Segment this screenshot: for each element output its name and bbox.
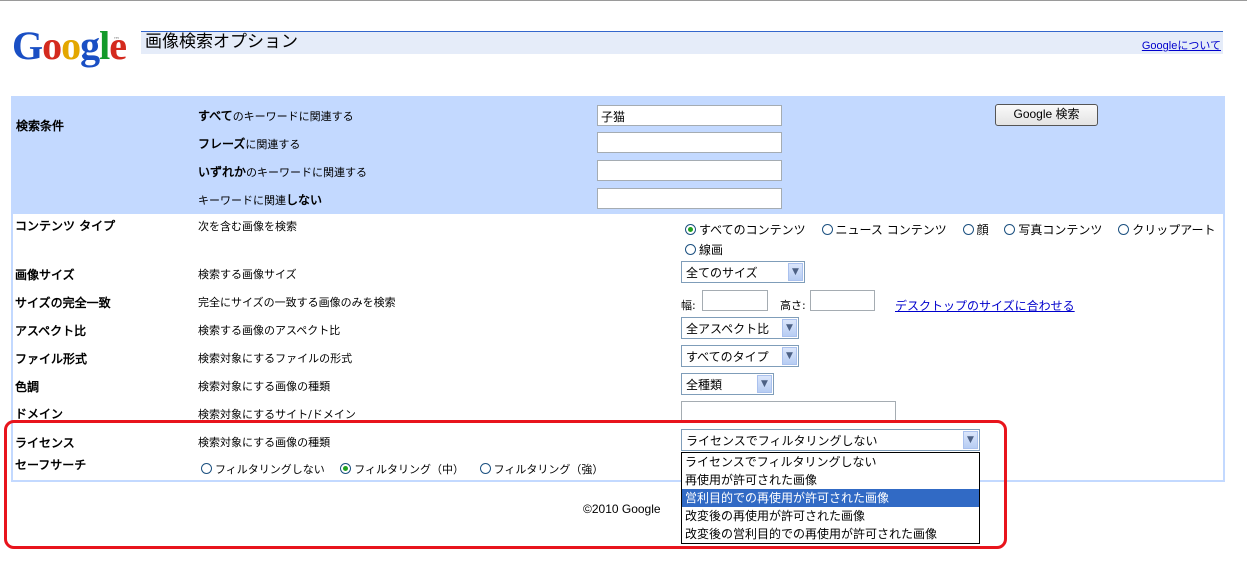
search-conditions-label: 検索条件 — [16, 119, 65, 133]
google-logo[interactable]: Google — [12, 22, 127, 70]
image-size-desc: 検索する画像サイズ — [198, 268, 297, 281]
file-type-desc: 検索対象にするファイルの形式 — [198, 352, 353, 365]
google-search-button[interactable]: Google 検索 — [995, 104, 1098, 126]
content-lineart-row: 線画 — [685, 241, 735, 258]
content-news-option[interactable]: ニュース コンテンツ — [821, 223, 947, 237]
title-bar — [141, 31, 1223, 54]
content-type-desc: 次を含む画像を検索 — [198, 220, 297, 233]
phrase-input[interactable] — [597, 132, 782, 153]
height-input[interactable] — [810, 290, 875, 311]
content-all-option[interactable]: すべてのコンテンツ — [685, 223, 806, 237]
height-label: 高さ: — [780, 299, 806, 312]
radio-icon[interactable] — [685, 224, 696, 235]
desktop-size-link[interactable]: デスクトップのサイズに合わせる — [895, 297, 1075, 314]
chevron-down-icon[interactable]: ▼ — [788, 263, 803, 281]
annotation-highlight-box — [4, 420, 1007, 549]
content-lineart-option[interactable]: 線画 — [685, 243, 723, 257]
all-words-input[interactable]: 子猫 — [597, 105, 782, 126]
coloration-label: 色調 — [15, 380, 40, 394]
radio-icon[interactable] — [1118, 224, 1130, 235]
chevron-down-icon[interactable]: ▼ — [782, 319, 797, 337]
top-border — [0, 0, 1247, 1]
any-words-input[interactable] — [597, 160, 782, 181]
content-clipart-option[interactable]: クリップアート — [1118, 223, 1216, 237]
exact-size-desc: 完全にサイズの一致する画像のみを検索 — [198, 296, 396, 309]
content-photo-option[interactable]: 写真コンテンツ — [1004, 223, 1102, 237]
image-size-label: 画像サイズ — [15, 268, 75, 282]
exact-size-label: サイズの完全一致 — [15, 296, 111, 310]
all-words-label: すべてのキーワードに関連する — [198, 109, 354, 123]
radio-icon[interactable] — [821, 224, 833, 235]
width-input[interactable] — [702, 290, 768, 311]
content-type-options: すべてのコンテンツ ニュース コンテンツ 顔 写真コンテンツ クリップアート — [685, 221, 1228, 238]
exclude-words-label: キーワードに関連しない — [198, 193, 323, 207]
aspect-ratio-select[interactable]: 全アスペクト比 ▼ — [681, 317, 799, 339]
aspect-ratio-desc: 検索する画像のアスペクト比 — [198, 324, 341, 337]
domain-input[interactable] — [681, 401, 896, 422]
about-google-link[interactable]: Googleについて — [1142, 37, 1221, 53]
any-words-label: いずれかのキーワードに関連する — [198, 165, 368, 179]
chevron-down-icon[interactable]: ▼ — [782, 347, 797, 365]
width-label: 幅: — [681, 299, 696, 312]
radio-icon[interactable] — [962, 224, 974, 235]
aspect-ratio-label: アスペクト比 — [15, 324, 87, 338]
content-type-label: コンテンツ タイプ — [15, 219, 116, 233]
phrase-label: フレーズに関連する — [198, 137, 301, 151]
radio-icon[interactable] — [1004, 224, 1016, 235]
image-size-select[interactable]: 全てのサイズ ▼ — [681, 261, 805, 283]
file-type-label: ファイル形式 — [15, 352, 88, 366]
file-type-select[interactable]: すべてのタイプ ▼ — [681, 345, 799, 367]
exclude-words-input[interactable] — [597, 188, 782, 209]
content-face-option[interactable]: 顔 — [962, 223, 989, 237]
radio-icon[interactable] — [685, 244, 696, 255]
page-title: 画像検索オプション — [145, 32, 298, 52]
coloration-select[interactable]: 全種類 ▼ — [681, 373, 774, 395]
trademark-icon: ™ — [113, 36, 120, 44]
coloration-desc: 検索対象にする画像の種類 — [198, 380, 331, 393]
chevron-down-icon[interactable]: ▼ — [757, 375, 772, 393]
